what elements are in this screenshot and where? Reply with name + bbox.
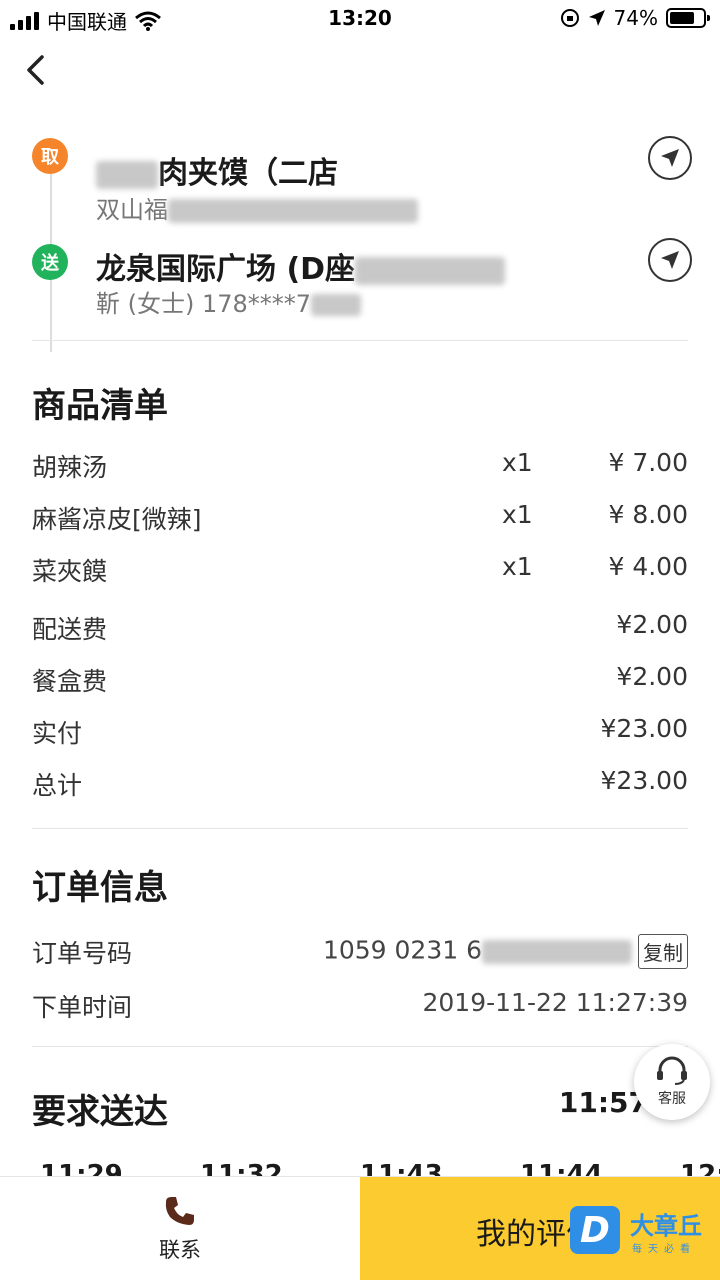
fee-row: 总计 ¥23.00 [32, 766, 688, 806]
order-time-row: 下单时间 2019-11-22 11:27:39 [32, 988, 688, 1028]
headset-icon [657, 1056, 687, 1085]
delivery-navigate-button[interactable] [648, 238, 692, 282]
phone-icon [165, 1197, 194, 1225]
battery-fill [670, 12, 694, 24]
delivery-contact-text: 靳 (女士) 178****7 [96, 290, 312, 318]
fee-value: ¥23.00 [600, 714, 688, 743]
redaction-blur [168, 199, 418, 223]
fee-label: 实付 [32, 719, 83, 748]
redaction-blur [355, 256, 506, 285]
order-number-value: 1059 0231 6 复制 [323, 934, 688, 969]
navigation-arrow-icon [661, 149, 679, 167]
goods-section-title: 商品清单 [32, 386, 168, 426]
goods-item-price: ¥ 7.00 [608, 448, 688, 477]
fee-row: 餐盒费 ¥2.00 [32, 662, 688, 702]
delivery-title: 龙泉国际广场 (D座 [96, 244, 506, 288]
pickup-row: 取 肉夹馍（二店 双山福 [32, 136, 692, 226]
divider [32, 340, 688, 341]
fee-value: ¥23.00 [600, 766, 688, 795]
fee-value: ¥2.00 [616, 610, 688, 639]
order-info-title: 订单信息 [32, 868, 168, 908]
pickup-badge: 取 [32, 138, 68, 174]
fee-row: 配送费 ¥2.00 [32, 610, 688, 650]
order-time-value: 2019-11-22 11:27:39 [422, 988, 688, 1017]
fee-label: 餐盒费 [32, 667, 108, 696]
delivery-section-title: 要求送达 [32, 1092, 168, 1132]
order-time-label: 下单时间 [32, 993, 133, 1022]
fee-value: ¥2.00 [616, 662, 688, 691]
delivery-contact: 靳 (女士) 178****7 [96, 284, 362, 319]
customer-service-label: 客服 [658, 1091, 686, 1107]
goods-item: 麻酱凉皮[微辣] x1 ¥ 8.00 [32, 500, 688, 540]
copy-button[interactable]: 复制 [638, 934, 688, 969]
watermark-subtext: 每天必看 [632, 1244, 696, 1255]
battery-icon [666, 8, 710, 28]
pickup-address-text: 双山福 [96, 196, 168, 224]
delivery-badge: 送 [32, 244, 68, 280]
goods-item-price: ¥ 4.00 [608, 552, 688, 581]
goods-item-price: ¥ 8.00 [608, 500, 688, 529]
watermark: D 大章丘 每天必看 [570, 1206, 716, 1260]
pickup-navigate-button[interactable] [648, 136, 692, 180]
status-right: 74% [560, 6, 710, 30]
rotation-lock-icon [560, 9, 579, 27]
order-number-row: 订单号码 1059 0231 6 复制 [32, 934, 688, 974]
contact-button[interactable]: 联系 [0, 1177, 360, 1280]
battery-percent: 74% [613, 6, 658, 30]
back-button[interactable] [24, 50, 60, 90]
fee-label: 配送费 [32, 615, 108, 644]
goods-item-qty: x1 [502, 448, 533, 477]
location-arrow-icon [588, 10, 605, 26]
pickup-address: 双山福 [96, 190, 418, 225]
goods-item-qty: x1 [502, 552, 533, 581]
divider [32, 1046, 688, 1047]
fee-row: 实付 ¥23.00 [32, 714, 688, 754]
goods-item: 胡辣汤 x1 ¥ 7.00 [32, 448, 688, 488]
goods-item-qty: x1 [502, 500, 533, 529]
delivery-title-text: 龙泉国际广场 (D座 [96, 252, 356, 287]
goods-item: 菜夾饃 x1 ¥ 4.00 [32, 552, 688, 592]
pickup-title-text: 肉夹馍（二店 [158, 156, 338, 191]
chevron-left-icon [27, 55, 44, 85]
watermark-text: 大章丘 [630, 1212, 702, 1240]
status-bar: 中国联通 13:20 74% [0, 0, 720, 36]
fee-label: 总计 [32, 771, 83, 800]
goods-item-name: 麻酱凉皮[微辣] [32, 505, 202, 534]
watermark-logo: D [570, 1206, 620, 1254]
order-number-text: 1059 0231 6 [322, 935, 482, 965]
goods-item-name: 胡辣汤 [32, 453, 108, 482]
redaction-blur [311, 294, 362, 316]
redaction-blur [96, 160, 158, 189]
contact-label: 联系 [159, 1238, 201, 1262]
divider [32, 828, 688, 829]
pickup-title: 肉夹馍（二店 [96, 148, 338, 192]
route-section: 取 肉夹馍（二店 双山福 送 龙泉国际广场 (D座 靳 (女士) 178****… [0, 120, 720, 352]
goods-item-name: 菜夾饃 [32, 557, 108, 586]
redaction-blur [482, 939, 632, 964]
navigation-arrow-icon [661, 251, 679, 269]
delivery-row: 送 龙泉国际广场 (D座 靳 (女士) 178****7 [32, 238, 692, 332]
customer-service-button[interactable]: 客服 [634, 1044, 710, 1120]
order-number-label: 订单号码 [32, 939, 133, 968]
